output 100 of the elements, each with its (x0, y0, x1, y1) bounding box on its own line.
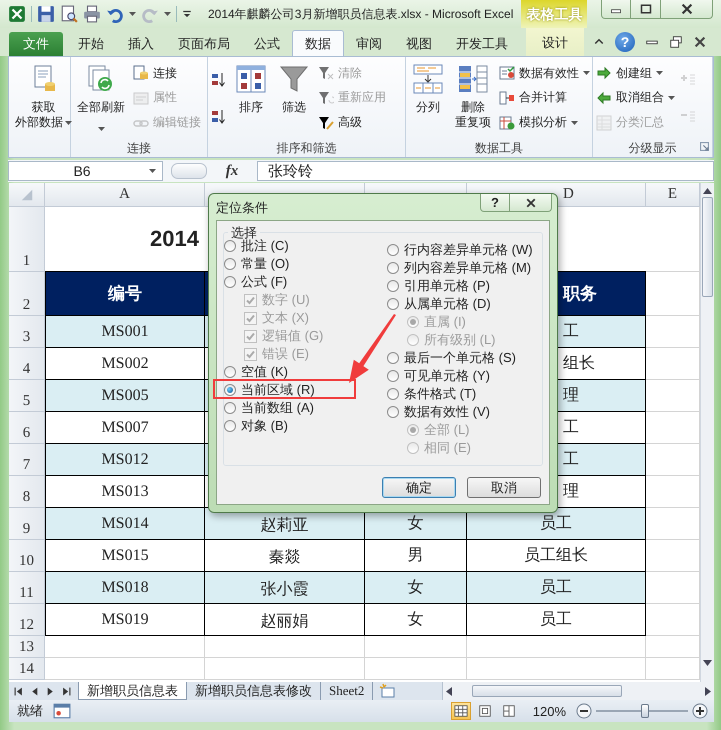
ribbon-tab[interactable]: 插入 (116, 32, 166, 56)
ribbon-button[interactable]: 删除 重复项 (452, 61, 494, 139)
print-icon[interactable] (83, 5, 101, 23)
close-button[interactable] (661, 0, 713, 19)
row-header[interactable]: 4 (9, 348, 45, 380)
ribbon-button[interactable]: 获取 外部数据 (12, 61, 75, 139)
ribbon-button[interactable]: 全部刷新 (74, 61, 128, 139)
row-header[interactable]: 10 (9, 540, 45, 572)
row-header[interactable]: 9 (9, 508, 45, 540)
collapse-icon (680, 108, 696, 124)
row-header[interactable]: 2 (9, 272, 45, 316)
customize-icon[interactable] (182, 9, 192, 19)
status-text: 就绪 (17, 702, 43, 720)
ribbon-tab[interactable]: 公式 (242, 32, 292, 56)
scroll-thumb[interactable] (702, 197, 713, 297)
first-sheet-icon[interactable] (14, 686, 23, 696)
row-header[interactable]: 3 (9, 316, 45, 348)
close-button[interactable] (510, 194, 552, 212)
radio-button[interactable] (224, 240, 236, 252)
scroll-left-icon[interactable] (446, 686, 452, 696)
save-icon[interactable] (37, 5, 55, 23)
ribbon-tab[interactable]: 开始 (66, 32, 116, 56)
insert-function-label[interactable]: fx (207, 162, 257, 180)
ribbon-button[interactable]: 取消组合 (596, 86, 675, 109)
name-box[interactable]: B6 (8, 161, 163, 181)
table-cell: 赵丽娟 (205, 604, 365, 636)
row-header[interactable]: 12 (9, 604, 45, 636)
ribbon-button[interactable]: 连接 (133, 62, 201, 84)
ribbon-button[interactable]: 筛选 (275, 61, 313, 139)
restore-icon[interactable] (669, 35, 683, 49)
row-header[interactable]: 5 (9, 380, 45, 412)
radio-button[interactable] (387, 280, 399, 292)
radio-button[interactable] (224, 384, 236, 396)
radio-button[interactable] (387, 370, 399, 382)
ribbon-tab[interactable]: 文件 (9, 32, 63, 56)
zoom-in-icon[interactable] (692, 703, 708, 719)
table-cell: 员工 (467, 508, 646, 540)
scroll-up-icon[interactable] (703, 188, 712, 194)
record-macro-icon[interactable] (53, 702, 71, 720)
horizontal-scrollbar[interactable] (442, 682, 714, 700)
radio-button[interactable] (224, 366, 236, 378)
radio-button[interactable] (387, 352, 399, 364)
ribbon-tab[interactable]: 页面布局 (166, 32, 242, 56)
ribbon-button[interactable]: 合并计算 (499, 86, 590, 109)
row-header[interactable]: 8 (9, 476, 45, 508)
option-label: 当前数组 (A) (241, 399, 314, 417)
excel-logo-icon[interactable] (8, 5, 26, 23)
sort-ascending-icon (211, 72, 227, 88)
ribbon-tab[interactable]: 数据 (292, 30, 344, 56)
insert-sheet-icon[interactable] (379, 683, 396, 699)
sheet-tab[interactable]: 新增职员信息表 (78, 682, 187, 700)
ribbon-button[interactable]: 创建组 (596, 62, 675, 84)
zoom-slider[interactable] (596, 704, 688, 718)
scroll-thumb[interactable] (472, 685, 622, 697)
next-sheet-icon[interactable] (46, 686, 55, 696)
ribbon-button[interactable]: 排序 (232, 61, 270, 139)
view-button[interactable] (450, 702, 471, 720)
print-preview-icon[interactable] (60, 5, 78, 23)
row-header[interactable]: 14 (9, 658, 45, 680)
restore-button[interactable] (631, 0, 661, 19)
radio-button[interactable] (387, 298, 399, 310)
radio-button[interactable] (224, 402, 236, 414)
ribbon-tab[interactable]: 设计 (526, 28, 584, 56)
row-header[interactable]: 7 (9, 444, 45, 476)
ribbon-button[interactable]: 数据有效性 (499, 62, 590, 84)
launcher-icon[interactable] (700, 142, 709, 151)
ribbon-button[interactable]: 模拟分析 (499, 112, 590, 134)
scroll-down-icon[interactable] (703, 660, 712, 666)
splitter-handle[interactable] (171, 163, 207, 179)
column-header[interactable]: E (646, 183, 700, 207)
ribbon-button[interactable]: 分列 (409, 61, 447, 139)
radio-button[interactable] (224, 420, 236, 432)
consolidate-icon (499, 90, 515, 106)
radio-button[interactable] (224, 258, 236, 270)
column-header[interactable]: A (45, 183, 205, 207)
close-icon[interactable] (693, 35, 707, 49)
ribbon-tab[interactable]: 审阅 (344, 32, 394, 56)
row-header[interactable]: 11 (9, 572, 45, 604)
help-button[interactable]: ? (480, 194, 510, 212)
ribbon-button[interactable]: 高级 (318, 112, 386, 134)
ribbon-tab[interactable]: 开发工具 (444, 32, 520, 56)
radio-button[interactable] (387, 406, 399, 418)
vertical-scrollbar[interactable] (700, 183, 714, 682)
row-header[interactable]: 1 (9, 207, 45, 272)
row-header[interactable]: 6 (9, 412, 45, 444)
grid-icon (596, 114, 612, 131)
radio-button[interactable] (387, 244, 399, 256)
ribbon-tab[interactable]: 视图 (394, 32, 444, 56)
zoom-out-icon[interactable] (576, 703, 592, 719)
dialog-button[interactable]: 取消 (467, 477, 541, 498)
previous-sheet-icon[interactable] (30, 686, 39, 696)
minimize-button[interactable] (601, 0, 631, 19)
radio-button[interactable] (224, 276, 236, 288)
last-sheet-icon[interactable] (62, 686, 71, 696)
scroll-right-icon[interactable] (705, 686, 711, 696)
radio-button[interactable] (387, 388, 399, 400)
formula-field[interactable]: 张玲铃 (257, 161, 714, 181)
dialog-button[interactable]: 确定 (382, 477, 456, 498)
row-header[interactable]: 13 (9, 636, 45, 658)
radio-button[interactable] (387, 262, 399, 274)
